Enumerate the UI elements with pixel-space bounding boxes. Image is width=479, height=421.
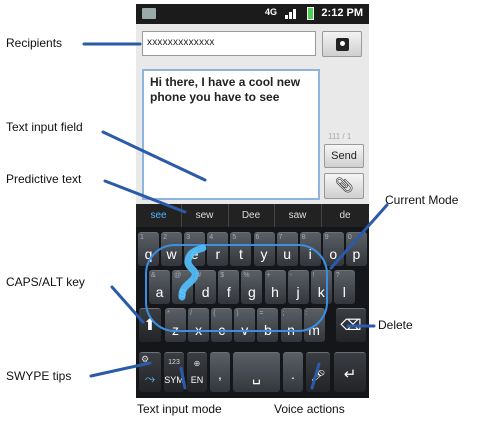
text-input-mode-leader: [179, 366, 187, 390]
caps-alt-leader: [110, 285, 145, 324]
callout-lines: [82, 42, 389, 390]
swype-tips-leader: [89, 361, 152, 378]
current-mode-leader: [329, 203, 389, 270]
callout-predictive-text: Predictive text: [6, 172, 82, 186]
callout-delete: Delete: [378, 318, 413, 332]
callout-swype-tips: SWYPE tips: [6, 369, 72, 383]
predictive-text-leader: [103, 179, 187, 214]
callout-voice-actions: Voice actions: [274, 402, 345, 416]
voice-actions-leader: [310, 362, 321, 390]
callout-caps-alt-key: CAPS/ALT key: [6, 275, 85, 289]
callout-text-input-mode: Text input mode: [137, 402, 222, 416]
callout-current-mode: Current Mode: [385, 193, 459, 207]
text-input-field-leader: [101, 130, 207, 182]
callout-recipients: Recipients: [6, 36, 63, 50]
callout-text-input-field: Text input field: [6, 120, 83, 134]
